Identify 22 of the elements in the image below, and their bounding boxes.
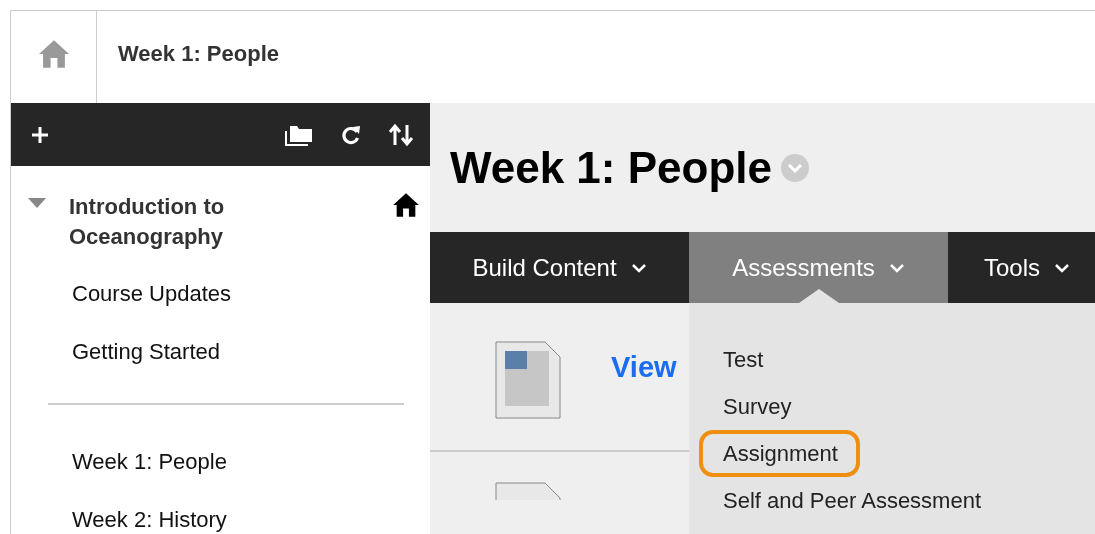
menu-link[interactable]: Getting Started [72,323,430,381]
page-title: Week 1: People [450,142,772,193]
document-icon [495,482,561,500]
chevron-down-icon [630,262,647,273]
menu-link[interactable]: Course Updates [72,265,430,323]
menu-item[interactable]: Self and Peer Assessment [699,477,1004,524]
menu-link[interactable]: Week 2: History [72,491,430,534]
action-tab[interactable]: Assessments [689,232,948,303]
document-icon [495,341,561,419]
menu-item[interactable]: Assignment [699,430,860,477]
sort-icon[interactable] [388,122,414,147]
refresh-icon[interactable] [340,123,362,146]
breadcrumb-title: Week 1: People [117,41,279,68]
chevron-down-icon [888,262,905,273]
item-link[interactable]: View [611,351,677,384]
menu-item[interactable]: Test [699,336,786,383]
menu-link[interactable]: Week 1: People [72,433,430,491]
add-icon[interactable] [31,125,49,144]
expand-triangle-icon[interactable] [27,197,47,209]
chevron-down-icon [1054,262,1071,273]
menu-item[interactable]: Survey [699,383,814,430]
course-title[interactable]: Introduction to Oceanography [69,192,289,252]
